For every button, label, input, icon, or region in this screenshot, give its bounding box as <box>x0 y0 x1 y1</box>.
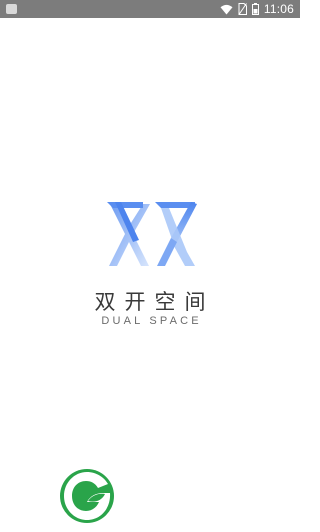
sim-card-icon <box>238 3 247 15</box>
battery-icon <box>251 3 259 15</box>
status-bar-time: 11:06 <box>263 2 294 16</box>
green-leaf-logo-icon <box>60 469 114 523</box>
app-title-cn: 双开空间 <box>94 290 215 314</box>
app-title-en: DUAL SPACE <box>101 315 202 327</box>
notification-icon <box>6 4 17 14</box>
status-bar-icons: 11:06 <box>220 0 294 18</box>
dual-space-logo-icon <box>107 202 197 266</box>
status-bar: 11:06 <box>0 0 300 18</box>
wifi-icon <box>220 4 233 14</box>
